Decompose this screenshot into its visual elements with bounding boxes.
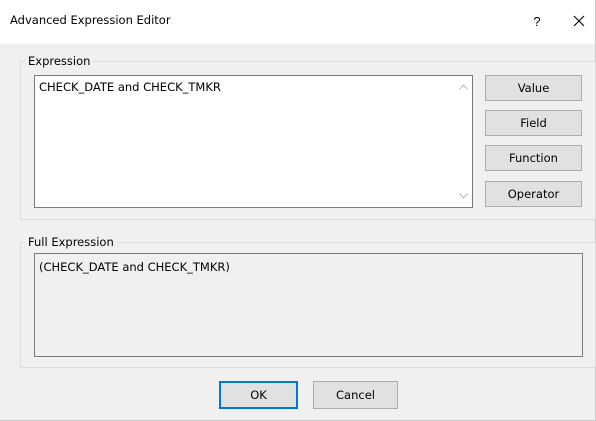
full-expression-text: (CHECK_DATE and CHECK_TMKR) [39, 260, 230, 274]
close-button[interactable] [564, 8, 594, 34]
full-expression-group-label: Full Expression [28, 235, 114, 249]
scroll-up-arrow-icon[interactable] [459, 84, 468, 90]
field-button[interactable]: Field [485, 110, 582, 136]
window-title: Advanced Expression Editor [10, 13, 171, 27]
function-button[interactable]: Function [485, 145, 582, 171]
expression-scrollbar[interactable] [455, 76, 472, 207]
value-button[interactable]: Value [485, 75, 582, 101]
help-button[interactable]: ? [524, 8, 550, 34]
close-icon [573, 15, 585, 27]
expression-group-label: Expression [28, 54, 91, 68]
advanced-expression-editor-dialog: Advanced Expression Editor ? Expression … [0, 0, 596, 421]
expression-text: CHECK_DATE and CHECK_TMKR [39, 80, 221, 94]
scroll-down-arrow-icon[interactable] [459, 193, 468, 199]
operator-button[interactable]: Operator [485, 181, 582, 207]
title-bar: Advanced Expression Editor ? [0, 0, 595, 44]
expression-textarea[interactable]: CHECK_DATE and CHECK_TMKR [34, 75, 473, 208]
ok-button[interactable]: OK [219, 381, 298, 409]
full-expression-textbox: (CHECK_DATE and CHECK_TMKR) [34, 253, 583, 357]
cancel-button[interactable]: Cancel [313, 381, 398, 409]
